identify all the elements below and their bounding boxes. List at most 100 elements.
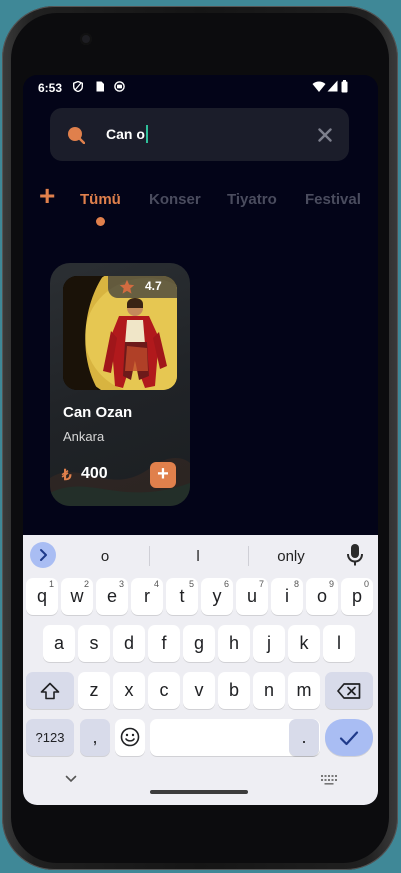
key-k[interactable]: k (288, 625, 320, 662)
keyboard-switch-icon[interactable] (321, 775, 337, 785)
key-l[interactable]: l (323, 625, 355, 662)
key-label: u (246, 586, 257, 606)
microphone-icon[interactable] (345, 543, 365, 567)
key-p[interactable]: p0 (341, 578, 373, 615)
suggestion-divider (149, 546, 150, 566)
key-d[interactable]: d (113, 625, 145, 662)
suggestion-2[interactable]: l (193, 548, 203, 565)
active-tab-indicator (96, 217, 105, 226)
key-n[interactable]: n (253, 672, 285, 709)
tab-all[interactable]: Tümü (80, 191, 121, 208)
key-label: o (316, 586, 327, 606)
emoji-key[interactable] (115, 719, 145, 756)
wifi-icon (312, 81, 326, 92)
key-o[interactable]: o9 (306, 578, 338, 615)
key-s[interactable]: s (78, 625, 110, 662)
emoji-icon (120, 727, 140, 747)
key-v[interactable]: v (183, 672, 215, 709)
suggestion-3[interactable]: only (273, 548, 309, 565)
key-u[interactable]: u7 (236, 578, 268, 615)
key-h[interactable]: h (218, 625, 250, 662)
key-number-hint: 4 (153, 579, 159, 589)
on-screen-keyboard: o l only q1w2e3r4t5y6u7i8o9p0 asdfghjkl … (23, 535, 378, 805)
key-m[interactable]: m (288, 672, 320, 709)
key-label: i (285, 586, 289, 606)
key-label: q (36, 586, 47, 606)
key-number-hint: 9 (328, 579, 334, 589)
shift-key[interactable] (26, 672, 74, 709)
key-e[interactable]: e3 (96, 578, 128, 615)
key-b[interactable]: b (218, 672, 250, 709)
app-screen: 6:53 Can o + Tümü Konser Tiyatro Festiva… (23, 75, 378, 805)
clear-search-icon[interactable] (318, 128, 332, 142)
checkmark-icon (339, 731, 359, 746)
hide-keyboard-icon[interactable] (65, 775, 77, 783)
rating-value: 4.7 (145, 279, 162, 293)
period-key[interactable]: . (289, 719, 319, 756)
backspace-icon (337, 683, 361, 699)
shift-icon (40, 682, 60, 700)
chevron-right-icon (40, 549, 47, 561)
symbols-key[interactable]: ?123 (26, 719, 74, 756)
add-to-cart-button[interactable]: + (150, 462, 176, 488)
backspace-key[interactable] (325, 672, 373, 709)
event-image: 4.7 (63, 276, 177, 390)
key-y[interactable]: y6 (201, 578, 233, 615)
event-price: 400 (81, 465, 108, 482)
currency-symbol: ₺ (62, 467, 72, 484)
add-category-button[interactable]: + (39, 182, 55, 210)
sim-card-icon (96, 81, 104, 92)
key-label: p (351, 586, 362, 606)
tab-concert[interactable]: Konser (149, 191, 201, 208)
enter-key[interactable] (325, 719, 373, 756)
key-z[interactable]: z (78, 672, 110, 709)
home-indicator[interactable] (150, 790, 248, 794)
key-number-hint: 8 (293, 579, 299, 589)
key-label: r (144, 586, 150, 606)
key-number-hint: 3 (118, 579, 124, 589)
search-input[interactable]: Can o (106, 125, 148, 143)
text-caret (145, 125, 148, 143)
key-f[interactable]: f (148, 625, 180, 662)
star-icon (119, 279, 135, 294)
search-icon (68, 127, 85, 144)
key-number-hint: 2 (83, 579, 89, 589)
key-label: w (70, 586, 84, 606)
comma-key[interactable]: , (80, 719, 110, 756)
key-a[interactable]: a (43, 625, 75, 662)
suggestion-divider (248, 546, 249, 566)
key-i[interactable]: i8 (271, 578, 303, 615)
key-t[interactable]: t5 (166, 578, 198, 615)
front-camera (80, 33, 92, 45)
key-number-hint: 1 (48, 579, 54, 589)
key-q[interactable]: q1 (26, 578, 58, 615)
key-w[interactable]: w2 (61, 578, 93, 615)
status-time: 6:53 (38, 81, 63, 95)
battery-icon (341, 80, 348, 93)
search-bar[interactable]: Can o (50, 108, 349, 161)
key-r[interactable]: r4 (131, 578, 163, 615)
event-title: Can Ozan (63, 404, 133, 421)
rating-badge: 4.7 (108, 276, 177, 298)
key-c[interactable]: c (148, 672, 180, 709)
event-card[interactable]: 4.7 Can Ozan Ankara ₺ 400 + (50, 263, 190, 506)
key-j[interactable]: j (253, 625, 285, 662)
expand-toolbar-button[interactable] (30, 542, 56, 568)
key-number-hint: 0 (363, 579, 369, 589)
app-notification-icon (114, 81, 125, 92)
key-x[interactable]: x (113, 672, 145, 709)
key-number-hint: 6 (223, 579, 229, 589)
tab-festival[interactable]: Festival (305, 191, 361, 208)
key-label: e (106, 586, 117, 606)
suggestion-1[interactable]: o (99, 548, 111, 565)
key-g[interactable]: g (183, 625, 215, 662)
key-number-hint: 7 (258, 579, 264, 589)
tab-theatre[interactable]: Tiyatro (227, 191, 277, 208)
shield-icon (73, 81, 83, 92)
status-bar: 6:53 (23, 75, 378, 101)
key-label: y (212, 586, 222, 606)
event-location: Ankara (63, 429, 105, 444)
key-label: t (179, 586, 185, 606)
signal-icon (327, 80, 338, 92)
key-number-hint: 5 (188, 579, 194, 589)
